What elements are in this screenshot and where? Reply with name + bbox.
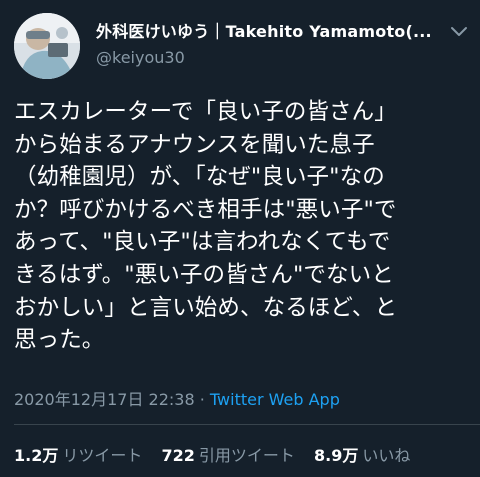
divider (14, 424, 480, 425)
avatar-photo (14, 13, 80, 79)
likes-stat[interactable]: 8.9万 いいね (314, 446, 410, 465)
quotes-stat[interactable]: 722 引用ツイート (161, 446, 294, 465)
more-options-button[interactable] (449, 24, 469, 40)
retweets-label: リツイート (62, 446, 143, 465)
quotes-count: 722 (161, 446, 195, 465)
engagement-stats: 1.2万 リツイート 722 引用ツイート 8.9万 いいね (14, 442, 424, 466)
tweet-meta: 2020年12月17日 22:38 · Twitter Web App (14, 386, 340, 410)
retweets-count: 1.2万 (14, 446, 59, 465)
chevron-down-icon (451, 27, 467, 36)
display-name[interactable]: 外科医けいゆう｜Takehito Yamamoto(... (96, 18, 436, 42)
user-handle[interactable]: @keiyou30 (96, 48, 185, 67)
avatar[interactable] (14, 13, 80, 79)
meta-separator: · (194, 390, 210, 409)
likes-label: いいね (362, 446, 411, 465)
quotes-label: 引用ツイート (198, 446, 295, 465)
tweet-detail: 外科医けいゆう｜Takehito Yamamoto(... @keiyou30 … (0, 0, 480, 477)
source-link[interactable]: Twitter Web App (210, 390, 340, 409)
likes-count: 8.9万 (313, 446, 359, 465)
retweets-stat[interactable]: 1.2万 リツイート (14, 446, 142, 465)
tweet-text: エスカレーターで「良い子の皆さん」 から始まるアナウンスを聞いた息子 （幼稚園児… (14, 99, 398, 354)
timestamp[interactable]: 2020年12月17日 22:38 (14, 390, 195, 409)
